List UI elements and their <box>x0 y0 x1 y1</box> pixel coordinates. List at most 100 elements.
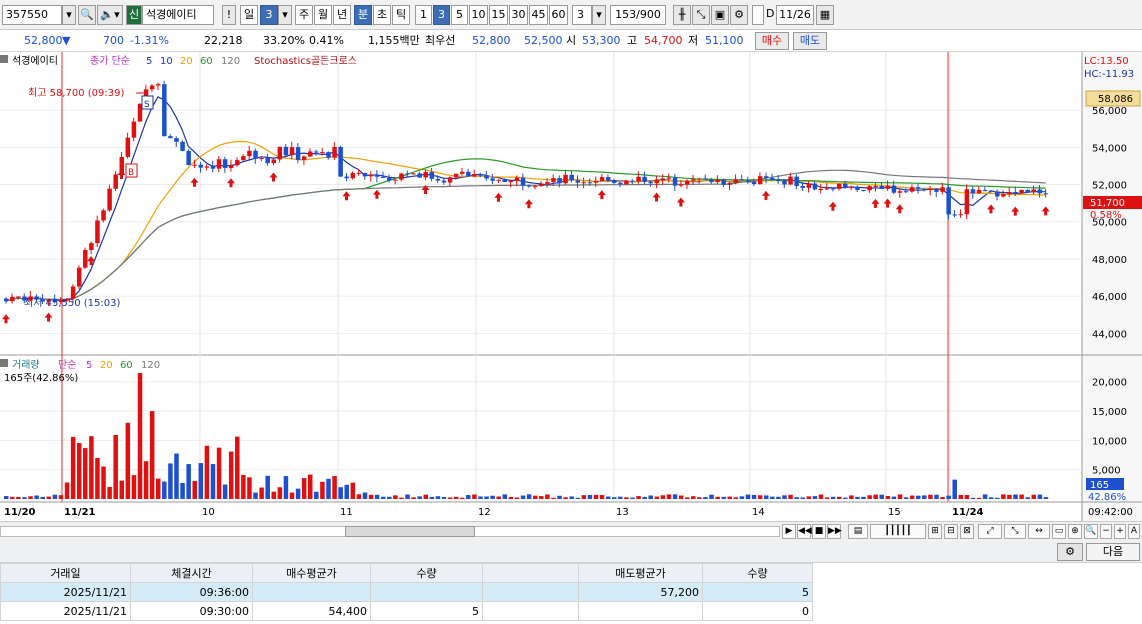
volume-bar <box>143 461 149 499</box>
crosshair-icon[interactable]: ⤡ <box>692 5 710 25</box>
minute-3-button[interactable]: 3 <box>433 5 450 25</box>
candle-body <box>289 147 295 156</box>
candle-body <box>1025 189 1030 193</box>
table-row[interactable]: 2025/11/21 09:36:00 57,200 5 <box>0 582 813 602</box>
candle-body <box>715 179 720 183</box>
table-row[interactable]: 2025/11/21 09:30:00 54,400 5 0 <box>0 601 813 621</box>
candle-body <box>855 186 860 190</box>
x-axis-label: 11 <box>340 507 353 518</box>
minute-45-button[interactable]: 45 <box>529 5 548 25</box>
candle-body <box>222 159 228 169</box>
tab-year[interactable]: 년 <box>333 5 351 25</box>
interval-input[interactable]: 3 <box>572 5 592 25</box>
candle-body <box>374 174 380 177</box>
volume-bar <box>484 496 489 499</box>
volume-bar <box>101 466 106 499</box>
ref-price-text: 58,086 <box>1098 94 1133 105</box>
volume-bar <box>192 480 197 499</box>
x-axis-label: 10 <box>202 507 215 518</box>
candle-body <box>308 151 313 157</box>
tab-day[interactable]: 일 <box>240 5 258 25</box>
period-dropdown-icon[interactable]: ▾ <box>278 5 292 25</box>
volume-tick-label: 20,000 <box>1092 378 1127 389</box>
lock-icon[interactable]: ▭ <box>1052 524 1066 539</box>
forward-icon[interactable]: ▶▶ <box>827 524 842 539</box>
scroll-right-icon[interactable]: ▶ <box>782 524 796 539</box>
volume-bar <box>1037 494 1043 499</box>
rewind-icon[interactable]: ◀◀ <box>797 524 812 539</box>
minute-1-button[interactable]: 1 <box>415 5 432 25</box>
candle-body <box>265 158 270 164</box>
text-tool-icon[interactable]: A <box>1128 524 1140 539</box>
tab-month[interactable]: 월 <box>314 5 332 25</box>
save-icon[interactable]: ▣ <box>711 5 729 25</box>
panel-settings-gear-icon[interactable]: ⚙ <box>1057 543 1083 561</box>
candle-body <box>301 156 307 160</box>
candle-body <box>618 182 623 185</box>
layout-icon[interactable]: ⊞ <box>928 524 942 539</box>
price-tick-label: 52,000 <box>1092 181 1127 192</box>
volume-bar <box>982 494 988 499</box>
volume-bar <box>958 494 964 499</box>
minute-30-button[interactable]: 30 <box>509 5 528 25</box>
period-count[interactable]: 3 <box>260 5 278 25</box>
sell-button[interactable]: 매도 <box>793 32 827 50</box>
tab-minute[interactable]: 분 <box>354 5 372 25</box>
quote-bar: 52,800 ▼ 700 -1.31% 22,218 33.20% 0.41% … <box>0 30 1142 52</box>
layout2-icon[interactable]: ⊟ <box>944 524 958 539</box>
stock-chart[interactable]: 석경에이티 종가 단순 5 10 20 60 120 Stochastics골든… <box>0 52 1142 521</box>
sound-icon[interactable]: 🔈▾ <box>97 5 123 25</box>
minute-10-button[interactable]: 10 <box>469 5 488 25</box>
candle-type-icon[interactable]: ╫ <box>673 5 691 25</box>
minute-5-button[interactable]: 5 <box>451 5 468 25</box>
volume-bar <box>380 496 386 499</box>
volume-bar <box>314 491 319 499</box>
tab-week[interactable]: 주 <box>295 5 313 25</box>
draw-tool3-icon[interactable]: ↔ <box>1028 524 1050 539</box>
zoom-plus-icon[interactable]: + <box>1114 524 1126 539</box>
candle-body <box>16 296 21 298</box>
volume-bar <box>843 497 848 499</box>
candle-body <box>916 187 921 189</box>
scroll-thumb[interactable] <box>345 526 475 537</box>
chart-style-icon[interactable]: ┃┃┃┃┃ <box>870 524 926 539</box>
info-button[interactable]: ! <box>222 5 236 25</box>
volume-bar <box>764 495 769 499</box>
code-dropdown-icon[interactable]: ▾ <box>62 5 76 25</box>
draw-tool2-icon[interactable]: ⤡ <box>1004 524 1026 539</box>
zoom-bar-icon[interactable]: ▤ <box>848 524 868 539</box>
calendar-icon[interactable]: ▦ <box>816 5 834 25</box>
candle-body <box>849 186 854 188</box>
date-input[interactable]: 11/26 <box>776 5 814 25</box>
volume-bar <box>618 496 623 499</box>
minute-60-button[interactable]: 60 <box>549 5 568 25</box>
magnify-icon[interactable]: 🔍 <box>1084 524 1098 539</box>
search-icon[interactable]: 🔍 <box>78 5 96 25</box>
interval-dropdown-icon[interactable]: ▾ <box>592 5 606 25</box>
x-axis-label: 11/24 <box>952 507 984 518</box>
zoom-in-icon[interactable]: ⊕ <box>1068 524 1082 539</box>
stock-code-input[interactable]: 357550 <box>2 5 62 25</box>
stop-icon[interactable]: ■ <box>812 524 826 539</box>
next-button[interactable]: 다음 <box>1086 543 1140 561</box>
minute-15-button[interactable]: 15 <box>489 5 508 25</box>
tab-tick[interactable]: 틱 <box>392 5 410 25</box>
candle-body <box>83 250 88 268</box>
x-axis-label: 11/21 <box>64 507 96 518</box>
x-axis-label: 13 <box>616 507 629 518</box>
candle-body <box>338 146 343 177</box>
candle-body <box>794 176 799 187</box>
zoom-minus-icon[interactable]: − <box>1100 524 1112 539</box>
draw-tool-icon[interactable]: ⤢ <box>978 524 1002 539</box>
buy-signal-icon: B <box>125 163 138 178</box>
date-checkbox[interactable] <box>752 5 764 25</box>
layout3-icon[interactable]: ⊠ <box>960 524 974 539</box>
volume-bar <box>867 495 872 499</box>
settings-gear-icon[interactable]: ⚙ <box>730 5 748 25</box>
cell-sell-avg <box>578 601 703 621</box>
tab-second[interactable]: 초 <box>373 5 391 25</box>
count-display[interactable]: 153/900 <box>610 5 666 25</box>
buy-button[interactable]: 매수 <box>755 32 789 50</box>
candle-body <box>350 173 356 179</box>
volume-bar <box>612 497 617 499</box>
